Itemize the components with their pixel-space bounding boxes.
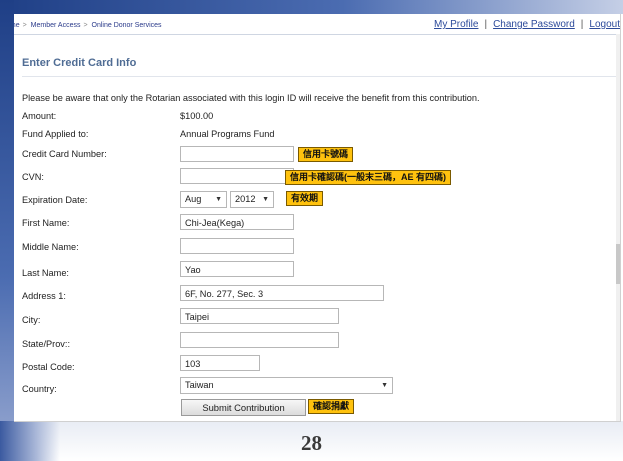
cvn-label: CVN: — [22, 172, 44, 182]
slide-page-number: 28 — [301, 431, 322, 455]
country-value: Taiwan — [185, 380, 214, 390]
chevron-down-icon: ▼ — [215, 196, 222, 203]
address-1-input[interactable]: 6F, No. 277, Sec. 3 — [180, 285, 384, 301]
amount-label: Amount: — [22, 111, 57, 121]
fund-label: Fund Applied to: — [22, 129, 89, 139]
slide-top-band — [0, 0, 623, 14]
expiration-date-annotation: 有效期 — [286, 191, 324, 206]
expiration-date-label: Expiration Date: — [22, 195, 88, 205]
credit-card-number-label: Credit Card Number: — [22, 149, 107, 159]
country-select[interactable]: Taiwan ▼ — [180, 377, 393, 394]
fund-value: Annual Programs Fund — [180, 129, 275, 139]
account-links: My Profile | Change Password | Logout — [434, 19, 620, 30]
credit-card-number-annotation: 信用卡號碼 — [298, 147, 354, 162]
page-title: Enter Credit Card Info — [22, 57, 137, 69]
link-divider: | — [580, 19, 584, 30]
chevron-down-icon: ▼ — [381, 382, 388, 389]
postal-code-input[interactable]: 103 — [180, 355, 260, 371]
vertical-scrollbar[interactable] — [616, 34, 620, 421]
middle-name-label: Middle Name: — [22, 242, 79, 252]
breadcrumb-separator: > — [22, 22, 27, 29]
last-name-label: Last Name: — [22, 268, 69, 278]
state-province-input[interactable] — [180, 332, 339, 348]
change-password-link[interactable]: Change Password — [493, 19, 575, 30]
cvn-annotation: 信用卡確認碼(一般末三碼，AE 有四碼) — [285, 170, 451, 185]
breadcrumb-online-donor-services[interactable]: Online Donor Services — [92, 22, 162, 29]
submit-annotation: 確認捐獻 — [308, 399, 355, 414]
link-divider: | — [484, 19, 488, 30]
slide-left-band — [0, 0, 14, 461]
expiration-year-value: 2012 — [235, 194, 256, 204]
my-profile-link[interactable]: My Profile — [434, 19, 478, 30]
breadcrumb: ome> Member Access> Online Donor Service… — [14, 22, 163, 29]
expiration-month-value: Aug — [185, 194, 202, 204]
address-1-label: Address 1: — [22, 291, 66, 301]
screenshot-panel: ome> Member Access> Online Donor Service… — [14, 14, 621, 422]
breadcrumb-member-access[interactable]: Member Access — [31, 22, 81, 29]
contribution-notice: Please be aware that only the Rotarian a… — [22, 93, 480, 103]
credit-card-number-input[interactable] — [180, 146, 294, 162]
middle-name-input[interactable] — [180, 238, 294, 254]
expiration-month-select[interactable]: Aug ▼ — [180, 191, 227, 208]
last-name-input[interactable]: Yao — [180, 261, 294, 277]
title-divider — [22, 76, 620, 77]
logout-link[interactable]: Logout — [589, 19, 620, 30]
top-navigation-bar: ome> Member Access> Online Donor Service… — [14, 18, 620, 35]
country-label: Country: — [22, 384, 57, 394]
breadcrumb-separator: > — [83, 22, 88, 29]
state-province-label: State/Prov:: — [22, 339, 71, 349]
submit-contribution-button[interactable]: Submit Contribution — [181, 399, 306, 416]
first-name-input[interactable]: Chi-Jea(Kega) — [180, 214, 294, 230]
city-input[interactable]: Taipei — [180, 308, 339, 324]
scrollbar-thumb[interactable] — [616, 244, 620, 284]
amount-value: $100.00 — [180, 111, 214, 121]
city-label: City: — [22, 315, 41, 325]
first-name-label: First Name: — [22, 218, 70, 228]
postal-code-label: Postal Code: — [22, 362, 75, 372]
chevron-down-icon: ▼ — [262, 196, 269, 203]
cvn-input[interactable] — [180, 168, 294, 184]
breadcrumb-home[interactable]: ome — [14, 22, 20, 29]
expiration-year-select[interactable]: 2012 ▼ — [230, 191, 274, 208]
